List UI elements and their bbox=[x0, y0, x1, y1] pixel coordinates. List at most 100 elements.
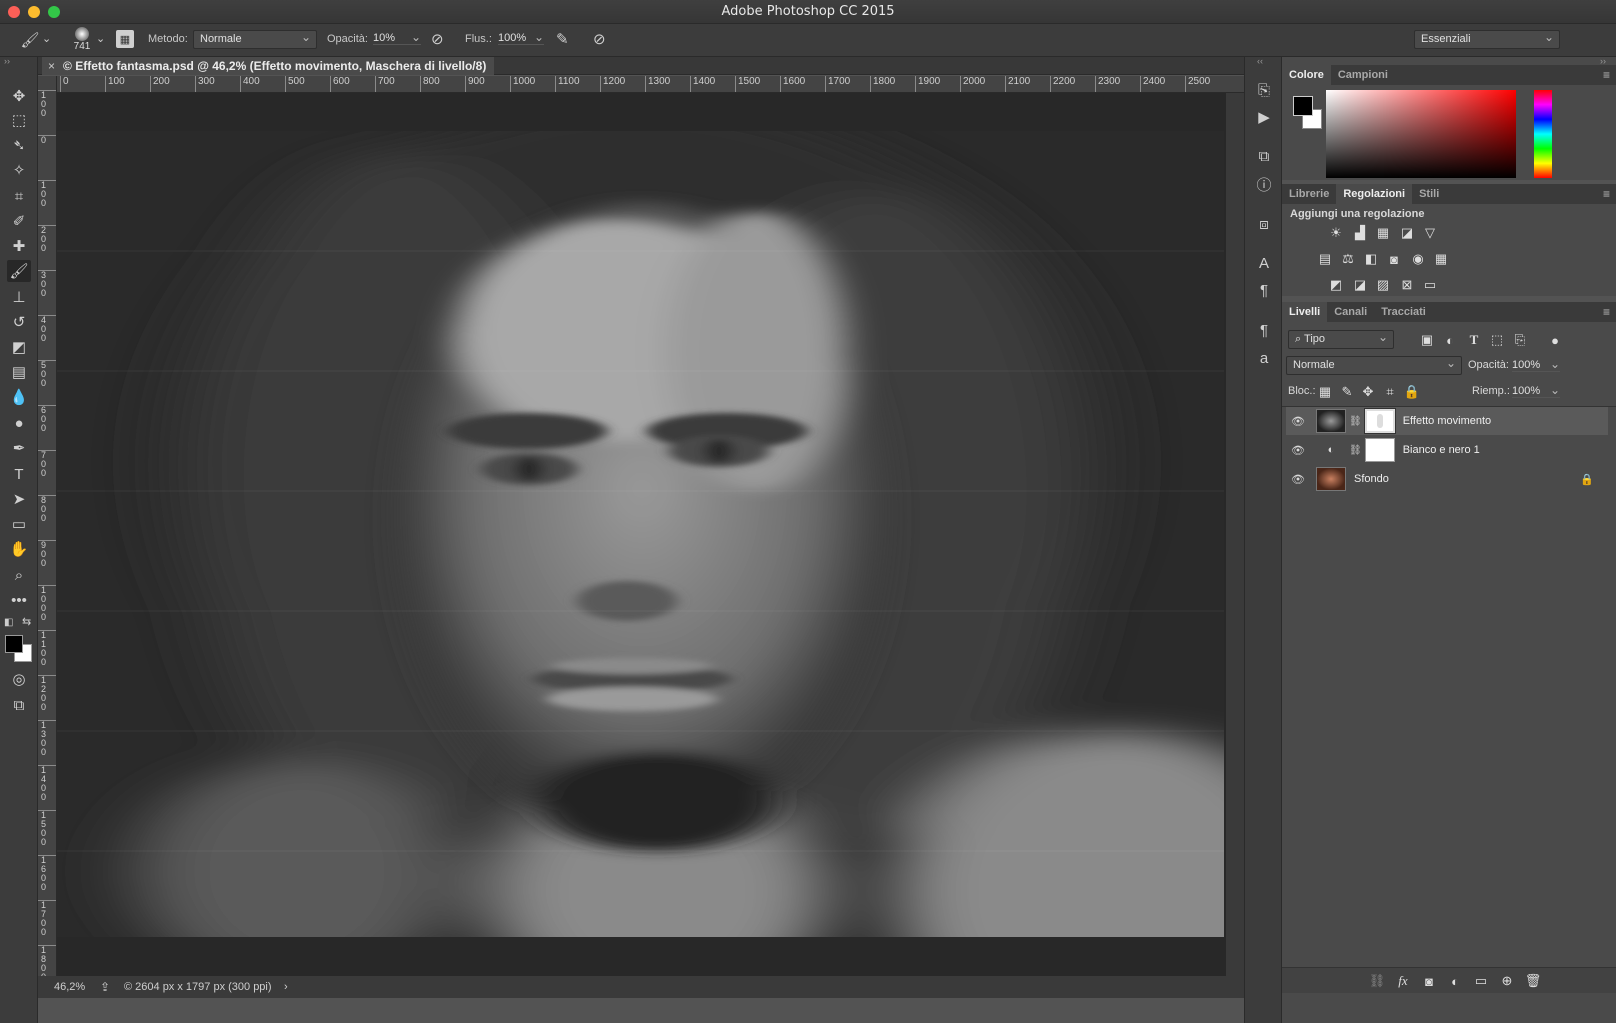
visibility-eye-icon[interactable]: 👁 bbox=[1286, 415, 1310, 428]
brush-tool-icon[interactable]: 🖌 bbox=[20, 31, 40, 49]
crop-tool-icon[interactable]: ⌗ bbox=[7, 185, 31, 207]
zoom-level[interactable]: 46,2% bbox=[54, 981, 85, 993]
add-mask-icon[interactable]: ◙ bbox=[1420, 972, 1438, 990]
screen-mode-icon[interactable]: ⧉ bbox=[7, 694, 31, 716]
healing-brush-tool-icon[interactable]: ✚ bbox=[7, 235, 31, 257]
visibility-eye-icon[interactable]: 👁 bbox=[1286, 444, 1310, 457]
link-layers-icon[interactable]: ⛓ bbox=[1368, 972, 1386, 990]
zoom-tool-icon[interactable]: ⌕ bbox=[7, 564, 31, 586]
lock-position-icon[interactable]: ✥ bbox=[1359, 383, 1377, 401]
rectangle-tool-icon[interactable]: ▭ bbox=[7, 513, 31, 535]
opacity-input[interactable]: 10% bbox=[373, 30, 421, 45]
properties-panel-icon[interactable]: ⧉ bbox=[1252, 145, 1276, 167]
document-tab[interactable]: × © Effetto fantasma.psd @ 46,2% (Effett… bbox=[42, 57, 494, 75]
pressure-opacity-icon[interactable]: ⊘ bbox=[431, 30, 444, 48]
color-panel-menu-icon[interactable]: ≡ bbox=[1603, 68, 1610, 82]
paragraph-panel-icon[interactable]: ¶ bbox=[1252, 279, 1276, 301]
method-select[interactable]: Normale bbox=[193, 30, 317, 49]
mask-link-icon[interactable]: ⛓ bbox=[1349, 445, 1362, 456]
path-selection-tool-icon[interactable]: ➤ bbox=[7, 488, 31, 510]
brush-preset-picker[interactable]: 741 bbox=[68, 25, 96, 55]
color-lookup-icon[interactable]: ▦ bbox=[1432, 250, 1450, 268]
history-panel-icon[interactable]: ⎘ bbox=[1252, 79, 1276, 101]
pen-tool-icon[interactable]: ✒ bbox=[7, 437, 31, 459]
visibility-eye-icon[interactable]: 👁 bbox=[1286, 473, 1310, 486]
lock-image-icon[interactable]: ✎ bbox=[1338, 383, 1356, 401]
collapse-strip-icon[interactable]: ‹‹ bbox=[1257, 56, 1263, 66]
hue-saturation-icon[interactable]: ▤ bbox=[1316, 250, 1334, 268]
character-panel-icon[interactable]: A bbox=[1252, 252, 1276, 274]
tab-tracciati[interactable]: Tracciati bbox=[1374, 302, 1433, 322]
invert-icon[interactable]: ◩ bbox=[1327, 276, 1345, 294]
character-styles-panel-icon[interactable]: a bbox=[1252, 347, 1276, 369]
tab-regolazioni[interactable]: Regolazioni bbox=[1336, 184, 1413, 204]
photo-filter-icon[interactable]: ◙ bbox=[1385, 250, 1403, 268]
filter-smart-object-icon[interactable]: ⎘ bbox=[1511, 331, 1529, 349]
filter-type-icon[interactable]: T bbox=[1465, 331, 1483, 349]
delete-layer-icon[interactable]: 🗑 bbox=[1524, 972, 1542, 990]
black-white-icon[interactable]: ◧ bbox=[1362, 250, 1380, 268]
pressure-size-icon[interactable]: ⊘ bbox=[593, 30, 606, 48]
clone-stamp-tool-icon[interactable]: ⊥ bbox=[7, 286, 31, 308]
layer-style-icon[interactable]: fx bbox=[1394, 972, 1412, 990]
layer-filter-select[interactable]: ⌕ Tipo bbox=[1288, 330, 1394, 349]
levels-icon[interactable]: ▟ bbox=[1351, 224, 1369, 242]
layer-row-effetto-movimento[interactable]: 👁 ⛓ Effetto movimento bbox=[1286, 407, 1608, 435]
posterize-icon[interactable]: ◪ bbox=[1351, 276, 1369, 294]
close-document-icon[interactable]: × bbox=[48, 59, 55, 73]
foreground-color-swatch[interactable] bbox=[5, 635, 23, 653]
vibrance-icon[interactable]: ▽ bbox=[1421, 224, 1439, 242]
document-canvas[interactable] bbox=[57, 131, 1224, 937]
lock-transparent-icon[interactable]: ▦ bbox=[1316, 383, 1334, 401]
layer-row-bianco-e-nero[interactable]: 👁 ◐ ⛓ Bianco e nero 1 bbox=[1286, 436, 1608, 464]
tool-preset-chevron-icon[interactable]: ⌄ bbox=[42, 32, 51, 45]
lock-all-icon[interactable]: 🔒 bbox=[1403, 383, 1421, 401]
marquee-tool-icon[interactable]: ⬚ bbox=[7, 109, 31, 131]
gradient-map-icon[interactable]: ▭ bbox=[1421, 276, 1439, 294]
filter-adjustment-icon[interactable]: ◐ bbox=[1441, 331, 1459, 349]
gradient-tool-icon[interactable]: ▤ bbox=[7, 361, 31, 383]
selective-color-icon[interactable]: ⊠ bbox=[1398, 276, 1416, 294]
info-panel-icon[interactable]: ⓘ bbox=[1252, 173, 1276, 195]
magic-wand-tool-icon[interactable]: ✧ bbox=[7, 159, 31, 181]
lasso-tool-icon[interactable]: ➴ bbox=[7, 134, 31, 156]
more-tools-icon[interactable]: ••• bbox=[7, 589, 31, 611]
brightness-contrast-icon[interactable]: ☀ bbox=[1327, 224, 1345, 242]
eyedropper-tool-icon[interactable]: ✐ bbox=[7, 210, 31, 232]
tab-canali[interactable]: Canali bbox=[1327, 302, 1374, 322]
tab-colore[interactable]: Colore bbox=[1282, 65, 1331, 85]
airbrush-icon[interactable]: ✎ bbox=[556, 30, 569, 48]
lock-artboard-icon[interactable]: ⌗ bbox=[1381, 383, 1399, 401]
color-balance-icon[interactable]: ⚖ bbox=[1339, 250, 1357, 268]
zoom-window-button[interactable] bbox=[48, 6, 60, 18]
workspace-select[interactable]: Essenziali bbox=[1414, 30, 1560, 49]
fill-input[interactable]: 100% bbox=[1512, 383, 1560, 398]
layer-row-sfondo[interactable]: 👁 Sfondo 🔒 bbox=[1286, 465, 1608, 493]
default-colors-icon[interactable]: ◧ bbox=[4, 617, 13, 628]
dodge-tool-icon[interactable]: ● bbox=[7, 412, 31, 434]
paragraph-styles-panel-icon[interactable]: ¶ bbox=[1252, 319, 1276, 341]
new-group-icon[interactable]: ▭ bbox=[1472, 972, 1490, 990]
channel-mixer-icon[interactable]: ◉ bbox=[1409, 250, 1427, 268]
adjustments-panel-menu-icon[interactable]: ≡ bbox=[1603, 187, 1610, 201]
tab-livelli[interactable]: Livelli bbox=[1282, 302, 1328, 322]
minimize-window-button[interactable] bbox=[28, 6, 40, 18]
history-brush-tool-icon[interactable]: ↺ bbox=[7, 311, 31, 333]
horizontal-ruler[interactable]: 0 100 200 300 400 500 600 700 800 900 1000 1100 1200… bbox=[57, 76, 1244, 93]
saturation-brightness-field[interactable] bbox=[1326, 90, 1516, 178]
canvas-area[interactable] bbox=[57, 93, 1244, 976]
tab-librerie[interactable]: Librerie bbox=[1282, 184, 1336, 204]
vertical-ruler[interactable]: 1000100200300400500600700800900100011001… bbox=[38, 76, 57, 976]
flow-input[interactable]: 100% bbox=[498, 30, 544, 45]
type-tool-icon[interactable]: T bbox=[7, 463, 31, 485]
blend-mode-select[interactable]: Normale bbox=[1286, 356, 1462, 375]
filter-pixel-icon[interactable]: ▣ bbox=[1418, 331, 1436, 349]
layer-opacity-input[interactable]: 100% bbox=[1512, 357, 1560, 372]
hue-slider[interactable] bbox=[1534, 90, 1552, 178]
move-tool-icon[interactable]: ✥ bbox=[7, 85, 31, 107]
tab-campioni[interactable]: Campioni bbox=[1331, 65, 1395, 85]
share-icon[interactable]: ⇪ bbox=[100, 980, 110, 994]
hand-tool-icon[interactable]: ✋ bbox=[7, 538, 31, 560]
swap-colors-icon[interactable]: ⇆ bbox=[22, 615, 31, 628]
clone-source-panel-icon[interactable]: ⧈ bbox=[1252, 213, 1276, 235]
